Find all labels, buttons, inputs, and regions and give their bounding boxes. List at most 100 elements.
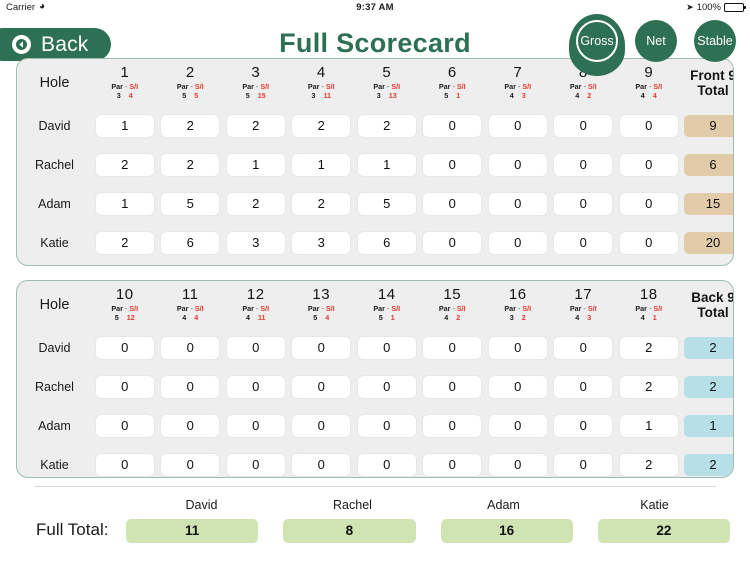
score-input[interactable]: 5 xyxy=(357,192,416,215)
score-input[interactable]: 0 xyxy=(554,453,613,476)
score-input[interactable]: 0 xyxy=(161,414,220,437)
score-input[interactable]: 0 xyxy=(357,336,416,359)
mode-toggle-stable[interactable]: Stable xyxy=(694,20,736,62)
score-input[interactable]: 0 xyxy=(554,336,613,359)
score-input[interactable]: 0 xyxy=(423,453,482,476)
front-total-line2: Total xyxy=(697,82,729,98)
score-cell: 0 xyxy=(92,328,158,367)
score-input[interactable]: 1 xyxy=(226,153,285,176)
score-input[interactable]: 0 xyxy=(357,453,416,476)
player-name: Rachel xyxy=(35,157,74,172)
score-input[interactable]: 0 xyxy=(226,336,285,359)
score-input[interactable]: 0 xyxy=(292,453,351,476)
score-input[interactable]: 2 xyxy=(292,192,351,215)
score-input[interactable]: 2 xyxy=(95,231,154,254)
par-si-values: 4 11 xyxy=(223,312,289,323)
score-input[interactable]: 0 xyxy=(488,414,547,437)
score-cell: 6 xyxy=(354,223,420,262)
par-value: 5 xyxy=(114,312,119,322)
back-nine-body: David 0 0 0 0 0 0 0 0 2 2 Rachel 0 0 0 0… xyxy=(17,328,733,477)
score-input[interactable]: 0 xyxy=(488,114,547,137)
score-input[interactable]: 6 xyxy=(357,231,416,254)
score-input[interactable]: 2 xyxy=(161,153,220,176)
score-input[interactable]: 2 xyxy=(619,375,678,398)
score-cell: 0 xyxy=(354,367,420,406)
score-input[interactable]: 0 xyxy=(488,192,547,215)
score-input[interactable]: 0 xyxy=(554,231,613,254)
score-input[interactable]: 0 xyxy=(423,414,482,437)
hole-number: 7 xyxy=(513,64,523,81)
score-input[interactable]: 0 xyxy=(423,153,482,176)
score-input[interactable]: 3 xyxy=(226,231,285,254)
score-input[interactable]: 0 xyxy=(488,153,547,176)
score-input[interactable]: 2 xyxy=(95,153,154,176)
mode-toggle-net[interactable]: Net xyxy=(635,20,677,62)
score-input[interactable]: 0 xyxy=(554,192,613,215)
score-input[interactable]: 0 xyxy=(423,336,482,359)
score-input[interactable]: 0 xyxy=(292,336,351,359)
score-input[interactable]: 2 xyxy=(226,114,285,137)
mode-toggle-gross[interactable]: Gross xyxy=(569,14,625,76)
score-input[interactable]: 0 xyxy=(226,414,285,437)
score-input[interactable]: 1 xyxy=(619,414,678,437)
score-input[interactable]: 0 xyxy=(488,375,547,398)
score-input[interactable]: 0 xyxy=(423,375,482,398)
score-input[interactable]: 0 xyxy=(488,453,547,476)
score-input[interactable]: 0 xyxy=(161,453,220,476)
score-input[interactable]: 1 xyxy=(292,153,351,176)
score-input[interactable]: 0 xyxy=(292,414,351,437)
score-input[interactable]: 0 xyxy=(423,114,482,137)
score-input[interactable]: 1 xyxy=(95,192,154,215)
footer-divider xyxy=(34,486,716,487)
back-total-cell: 2 xyxy=(682,328,733,367)
score-input[interactable]: 2 xyxy=(161,114,220,137)
score-cell: 0 xyxy=(485,328,551,367)
score-cell: 2 xyxy=(92,145,158,184)
score-input[interactable]: 5 xyxy=(161,192,220,215)
score-input[interactable]: 2 xyxy=(292,114,351,137)
score-input[interactable]: 1 xyxy=(95,114,154,137)
score-input[interactable]: 0 xyxy=(619,231,678,254)
score-input[interactable]: 2 xyxy=(226,192,285,215)
score-input[interactable]: 0 xyxy=(488,336,547,359)
score-input[interactable]: 0 xyxy=(554,114,613,137)
score-input[interactable]: 2 xyxy=(619,336,678,359)
score-cell: 0 xyxy=(551,367,617,406)
front-total-value: 6 xyxy=(684,153,733,176)
score-input[interactable]: 6 xyxy=(161,231,220,254)
score-input[interactable]: 3 xyxy=(292,231,351,254)
score-input[interactable]: 0 xyxy=(554,414,613,437)
score-input[interactable]: 0 xyxy=(488,231,547,254)
si-value: 11 xyxy=(257,312,266,322)
score-input[interactable]: 0 xyxy=(95,414,154,437)
score-input[interactable]: 0 xyxy=(357,414,416,437)
score-input[interactable]: 0 xyxy=(554,153,613,176)
score-input[interactable]: 0 xyxy=(95,336,154,359)
score-input[interactable]: 0 xyxy=(161,336,220,359)
score-input[interactable]: 0 xyxy=(357,375,416,398)
score-input[interactable]: 0 xyxy=(226,375,285,398)
score-input[interactable]: 1 xyxy=(357,153,416,176)
score-cell: 0 xyxy=(485,406,551,445)
score-input[interactable]: 0 xyxy=(554,375,613,398)
score-input[interactable]: 0 xyxy=(619,114,678,137)
score-cell: 0 xyxy=(551,223,617,262)
par-value: 5 xyxy=(245,90,250,100)
score-input[interactable]: 0 xyxy=(95,375,154,398)
score-input[interactable]: 0 xyxy=(619,192,678,215)
score-input[interactable]: 0 xyxy=(619,153,678,176)
score-cell: 0 xyxy=(289,406,355,445)
score-cell: 0 xyxy=(158,445,224,477)
par-value: 5 xyxy=(313,312,318,322)
score-input[interactable]: 0 xyxy=(95,453,154,476)
score-input[interactable]: 0 xyxy=(226,453,285,476)
score-input[interactable]: 0 xyxy=(292,375,351,398)
score-input[interactable]: 0 xyxy=(423,231,482,254)
score-input[interactable]: 2 xyxy=(357,114,416,137)
si-value: 4 xyxy=(194,312,199,322)
score-cell: 2 xyxy=(289,106,355,145)
score-input[interactable]: 0 xyxy=(161,375,220,398)
score-input[interactable]: 0 xyxy=(423,192,482,215)
score-input[interactable]: 2 xyxy=(619,453,678,476)
score-cell: 2 xyxy=(616,445,682,477)
